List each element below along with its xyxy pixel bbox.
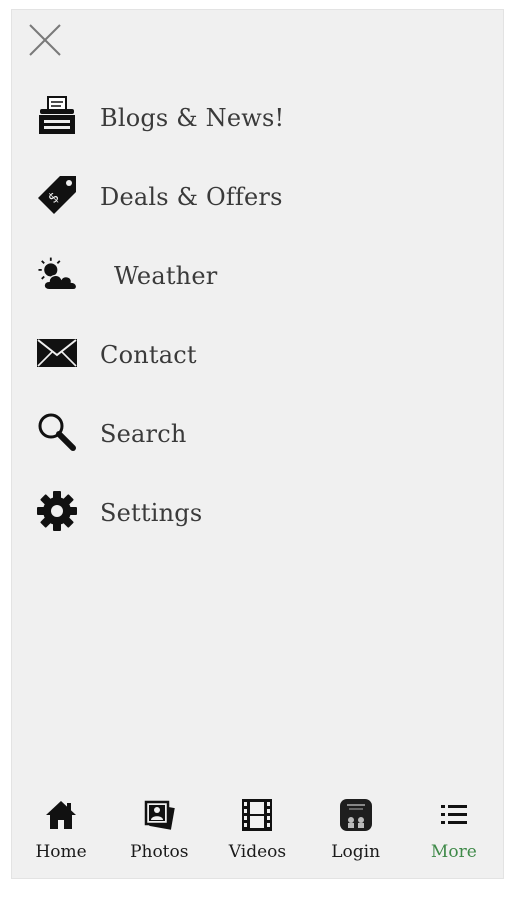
price-tag-icon: $	[36, 175, 82, 215]
tab-label: Photos	[130, 842, 189, 862]
tab-label: Login	[331, 842, 381, 862]
envelope-icon	[36, 333, 82, 373]
tab-more[interactable]: More	[405, 788, 503, 878]
tab-login[interactable]: Login	[307, 788, 405, 878]
tab-label: Videos	[228, 842, 287, 862]
tab-home[interactable]: Home	[12, 788, 110, 878]
menu-item-label: Search	[100, 420, 187, 448]
menu-item-label: Deals & Offers	[100, 183, 283, 211]
menu-list: Blogs & News! $ Deals & Offers Weather C…	[12, 78, 503, 552]
close-x-icon	[29, 24, 61, 56]
menu-item-contact[interactable]: Contact	[12, 315, 503, 394]
menu-item-label: Settings	[100, 499, 203, 527]
home-icon	[44, 798, 78, 832]
photos-icon	[142, 798, 176, 832]
menu-item-label: Contact	[100, 341, 197, 369]
tab-label: Home	[35, 842, 87, 862]
menu-item-search[interactable]: Search	[12, 394, 503, 473]
menu-item-settings[interactable]: Settings	[12, 473, 503, 552]
typewriter-icon	[36, 96, 82, 136]
sun-cloud-icon	[36, 254, 82, 294]
menu-item-label: Weather	[114, 262, 218, 290]
list-icon	[437, 798, 471, 832]
gear-icon	[36, 491, 82, 531]
film-strip-icon	[240, 798, 274, 832]
magnifier-icon	[36, 412, 82, 452]
tab-label: More	[430, 842, 477, 862]
menu-item-deals-offers[interactable]: $ Deals & Offers	[12, 157, 503, 236]
tab-photos[interactable]: Photos	[110, 788, 208, 878]
bottom-tab-bar: Home Photos Videos Login More	[12, 788, 503, 878]
side-menu-panel: Blogs & News! $ Deals & Offers Weather C…	[11, 9, 504, 879]
close-button[interactable]	[27, 22, 63, 58]
menu-item-label: Blogs & News!	[100, 104, 285, 132]
menu-item-blogs-news[interactable]: Blogs & News!	[12, 78, 503, 157]
tab-videos[interactable]: Videos	[208, 788, 306, 878]
login-app-icon	[339, 798, 373, 832]
menu-item-weather[interactable]: Weather	[12, 236, 503, 315]
